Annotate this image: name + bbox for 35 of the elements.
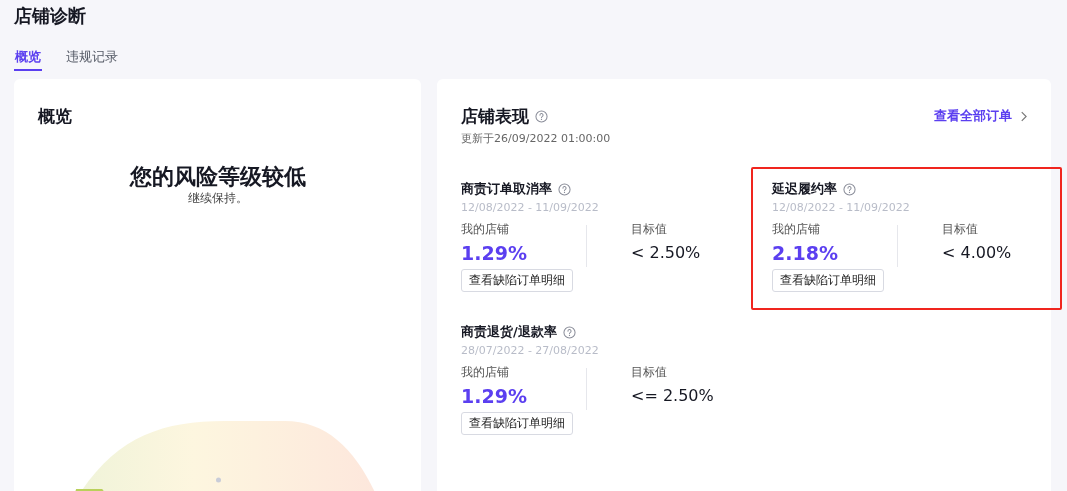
metric-label: 目标值 [942, 221, 978, 237]
metric-title: 商责订单取消率 [461, 180, 552, 198]
metric-label: 目标值 [631, 364, 667, 380]
card-title: 店铺表现 [461, 105, 529, 128]
target-value: <= 2.50% [631, 385, 714, 407]
metric-value: 2.18% [772, 241, 838, 266]
metric-value: 1.29% [461, 384, 527, 409]
date-range: 28/07/2022 - 27/08/2022 [461, 344, 600, 358]
help-icon[interactable] [843, 182, 856, 196]
metric-title: 延迟履约率 [772, 180, 837, 198]
tab[interactable]: 概览 [14, 47, 42, 71]
metric-value: 1.29% [461, 241, 527, 266]
target-value: < 4.00% [942, 242, 1012, 264]
risk-heading: 您的风险等级较低 [129, 163, 306, 191]
page-title: 店铺诊断 [14, 4, 87, 28]
update-time: 更新于26/09/2022 01:00:00 [461, 131, 611, 146]
card-title: 概览 [38, 105, 72, 128]
date-range: 12/08/2022 - 11/09/2022 [461, 201, 600, 215]
metric-label: 我的店铺 [461, 221, 509, 237]
tab[interactable]: 违规记录 [66, 47, 118, 69]
target-value: < 2.50% [631, 242, 701, 264]
date-range: 12/08/2022 - 11/09/2022 [772, 201, 911, 215]
detail-button[interactable]: 查看缺陷订单明细 [461, 269, 573, 292]
detail-button[interactable]: 查看缺陷订单明细 [461, 412, 573, 435]
metric-label: 我的店铺 [772, 221, 820, 237]
chevron-icon[interactable] [1020, 110, 1027, 122]
view-all-link[interactable]: 查看全部订单 [934, 107, 1027, 125]
metric-label: 我的店铺 [461, 364, 509, 380]
help-icon[interactable] [562, 325, 576, 339]
detail-button[interactable]: 查看缺陷订单明细 [772, 269, 884, 292]
risk-note: 继续保持。 [187, 191, 248, 205]
help-icon[interactable] [535, 109, 548, 123]
help-icon[interactable] [558, 182, 571, 196]
metric-title: 商责退货/退款率 [461, 323, 557, 341]
metric-label: 目标值 [631, 221, 667, 237]
